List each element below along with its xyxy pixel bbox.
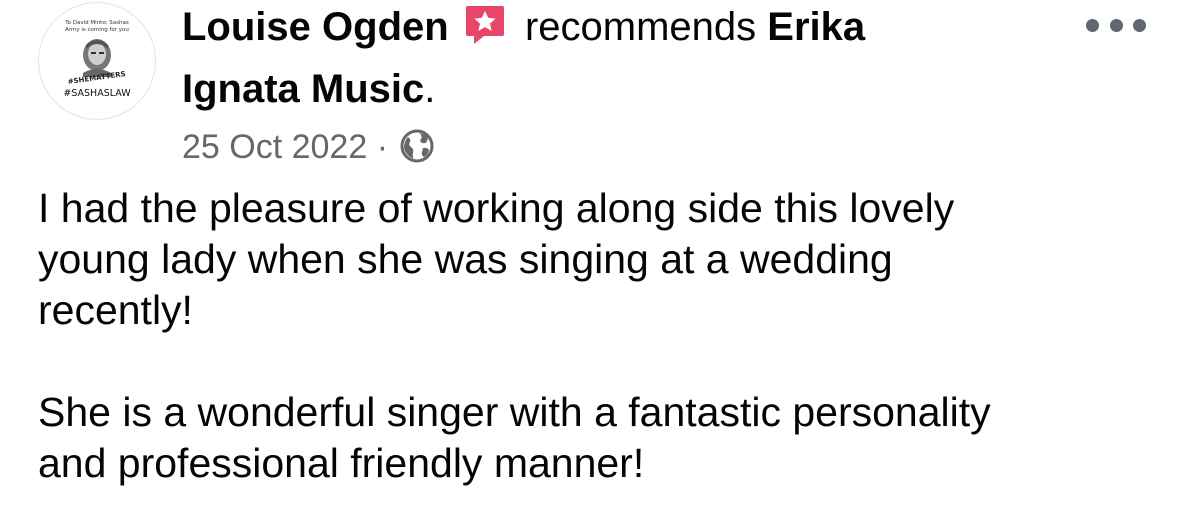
page-name-part1[interactable]: Erika (767, 5, 865, 49)
author-name[interactable]: Louise Ogden (182, 5, 449, 49)
meta-separator: · (376, 128, 389, 166)
portrait-icon (83, 39, 111, 77)
post-date[interactable]: 25 Oct 2022 (182, 128, 367, 166)
globe-icon[interactable] (399, 128, 435, 164)
post-body-line: I had the pleasure of working along side… (38, 185, 955, 231)
page-name-suffix: . (424, 67, 436, 111)
post-meta: 25 Oct 2022 · (182, 124, 435, 170)
post-body-line: and professional friendly manner! (38, 440, 645, 486)
post-header-line-2: Ignata Music. (182, 64, 435, 114)
avatar-top-text-2: Army is coming for you (65, 27, 129, 33)
review-post: To David Minto; Sashas Army is coming fo… (0, 0, 1179, 527)
post-body-line: She is a wonderful singer with a fantast… (38, 389, 991, 435)
more-options-icon (1133, 18, 1146, 32)
post-body: I had the pleasure of working along side… (38, 183, 1148, 489)
post-body-line: recently! (38, 287, 193, 333)
post-header-line-1: Louise Ogden recommends Erika (182, 2, 865, 52)
page-name-part2[interactable]: Ignata Music (182, 67, 424, 111)
star-speech-bubble-icon (464, 3, 506, 47)
avatar-bottom-text: #SASHASLAW (63, 88, 131, 99)
avatar-image: To David Minto; Sashas Army is coming fo… (63, 20, 131, 99)
recommends-text: recommends (524, 5, 757, 49)
more-options-icon (1086, 18, 1099, 32)
avatar-top-text-1: To David Minto; Sashas (64, 20, 129, 26)
avatar[interactable]: To David Minto; Sashas Army is coming fo… (38, 2, 156, 120)
more-options-button[interactable] (1086, 10, 1146, 40)
post-body-line: young lady when she was singing at a wed… (38, 236, 893, 282)
more-options-icon (1109, 18, 1123, 32)
